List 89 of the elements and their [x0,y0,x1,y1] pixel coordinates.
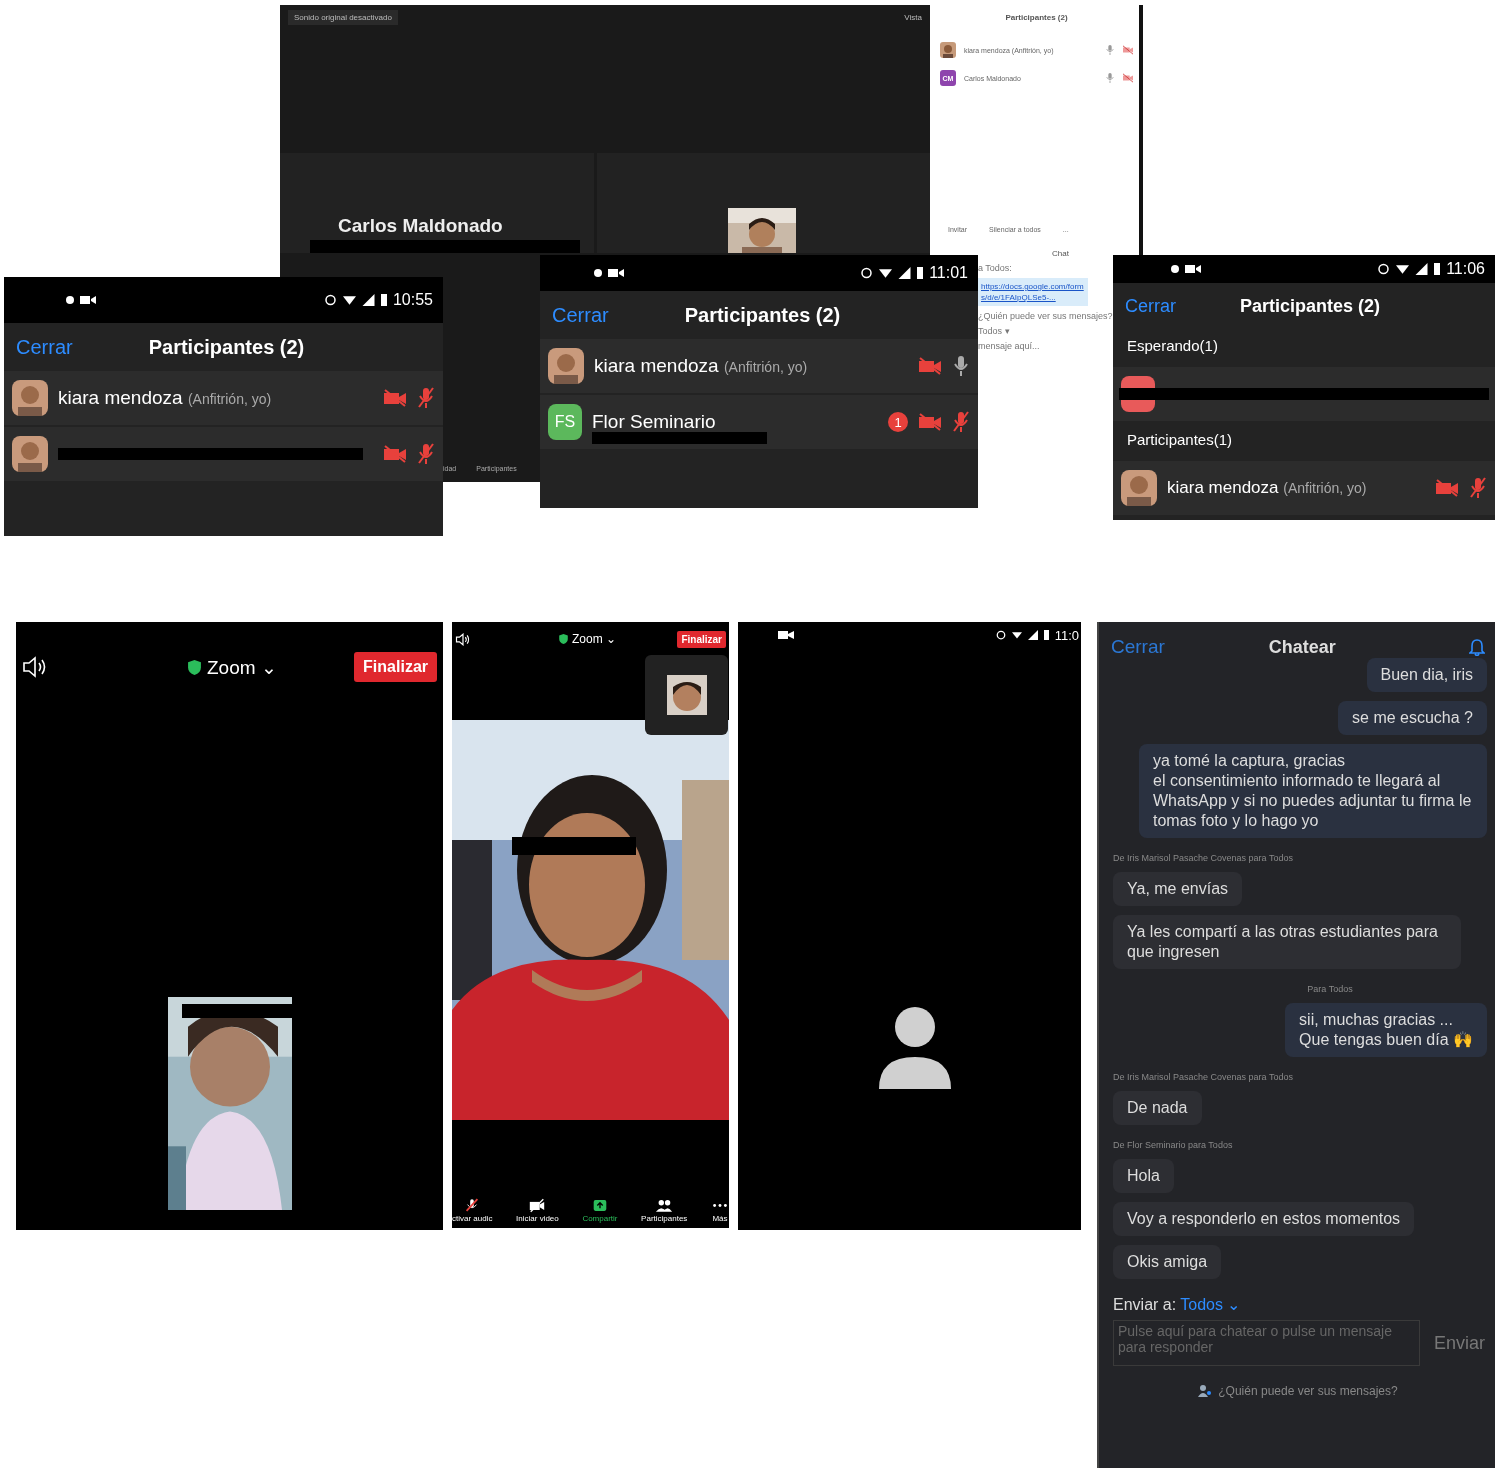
alarm-icon [1377,263,1391,275]
sender-label: De Iris Marisol Pasache Covenas para Todos [1113,1072,1294,1082]
signal-icon [1027,630,1038,640]
sender-label: Para Todos [1306,984,1353,994]
video-off-icon [528,1198,547,1213]
close-button[interactable]: Cerrar [1125,295,1176,317]
meeting-menu[interactable]: Zoom ⌄ [572,632,616,646]
participant-name: kiara mendoza (Anfitrión, yo) [1167,478,1367,498]
end-button[interactable]: Finalizar [677,630,726,648]
battery-icon [1043,630,1049,640]
chat-message: Hola [1113,1159,1174,1193]
screen-title: Participantes (2) [684,303,841,327]
participant-name: Carlos Maldonado [338,215,504,237]
alarm-icon [860,267,874,279]
battery-icon [1434,263,1441,275]
camera-icon [778,630,794,640]
signal-icon [898,267,912,279]
end-button[interactable]: Finalizar [354,652,437,682]
video-off-icon [1123,45,1133,55]
message-field[interactable]: Pulse aquí para chatear o pulse un mensaje para responder [1113,1320,1420,1366]
user-icon [879,1007,951,1089]
wifi-icon [1011,630,1022,640]
speaker-icon[interactable] [22,656,48,678]
chat-message: sii, muchas gracias ... Que tengas buen día 🙌 [1285,1003,1487,1057]
avatar: FS [548,404,582,440]
screen-title: Participantes (2) [1240,295,1381,317]
close-button[interactable]: Cerrar [552,303,609,327]
privacy-note: ¿Quién puede ver sus mensajes? [1218,1384,1398,1398]
people-icon [655,1198,674,1213]
clock: 11:01 [929,264,968,282]
battery-icon [380,294,387,306]
avatar [548,348,584,384]
send-button[interactable]: Enviar [1427,1331,1491,1355]
view-button[interactable]: Vista [904,12,922,22]
participant-name: kiara mendoza (Anfitrión, yo) [594,355,808,377]
alarm-icon [323,294,337,306]
wifi-icon [342,294,356,306]
notification-badge: 1 [888,412,908,432]
chat-message: De nada [1113,1091,1202,1125]
microphone-icon [1105,73,1115,83]
recipient-dropdown[interactable]: Todos ⌄ [1180,1296,1241,1313]
chat-title: Chat [1051,249,1070,258]
participant-name: kiara mendoza (Anfitrión, yo) [58,387,272,409]
toolbar-button[interactable]: ctivar audic [452,1198,493,1228]
video-off-icon [1123,73,1133,83]
close-button[interactable]: Cerrar [1111,636,1165,658]
people-icon [1198,1384,1213,1398]
chat-message: se me escucha ? [1338,701,1487,735]
microphone-icon [1105,45,1115,55]
clock: 11:06 [1446,260,1485,278]
alarm-icon [995,630,1006,640]
shield-icon [188,659,201,675]
avatar [940,42,956,58]
clock: 10:55 [392,291,433,309]
chat-message: ya tomé la captura, gracias el consentimiento informado te llegará al WhatsApp y si no puedes adjuntar tu firma le tomas foto y lo hago yo [1139,744,1487,838]
close-button[interactable]: Cerrar [16,335,73,359]
toolbar-button[interactable]: Iniciar video [516,1198,559,1228]
wifi-icon [879,267,893,279]
chat-message: Okis amiga [1113,1245,1222,1279]
toolbar-button[interactable]: Participantes [641,1198,688,1228]
toolbar-button[interactable]: Compartir [582,1198,618,1228]
audio-button[interactable]: Sonido original desactivado [288,9,398,25]
signal-icon [361,294,375,306]
signal-icon [1415,263,1429,275]
bell-icon[interactable] [1469,638,1485,656]
sender-label: De Flor Seminario para Todos [1113,1140,1234,1150]
wifi-icon [1396,263,1410,275]
privacy-note: ¿Quién puede ver sus mensajes? [978,311,1113,321]
chat-message: Ya les compartí a las otras estudiantes para que ingresen [1113,915,1461,969]
toolbar-button[interactable]: Más [710,1198,729,1228]
panel-title: Participantes (2) [1004,12,1069,24]
participant-name: Flor Seminario [592,411,716,433]
clock: 11:0 [1054,627,1079,643]
avatar [12,436,48,472]
chat-message: Voy a responderlo en estos momentos [1113,1202,1415,1236]
meeting-menu[interactable]: Zoom ⌄ [207,655,277,679]
screen-title: Chatear [1268,636,1336,658]
shield-icon [559,634,568,644]
battery-icon [917,267,924,279]
avatar [12,380,48,416]
sender-label: De Iris Marisol Pasache Covenas para Todos [1113,853,1294,863]
recipient-label: a Todos: [978,263,1013,273]
send-to-label: Enviar a: [1113,1296,1177,1313]
recipient-dropdown[interactable]: Todos ▾ [978,326,1010,336]
avatar [1121,470,1157,506]
chat-message: Ya, me envías [1113,872,1243,906]
chat-message: Buen dia, iris [1366,658,1487,692]
screen-title: Participantes (2) [148,335,305,359]
speaker-icon[interactable] [455,632,471,646]
